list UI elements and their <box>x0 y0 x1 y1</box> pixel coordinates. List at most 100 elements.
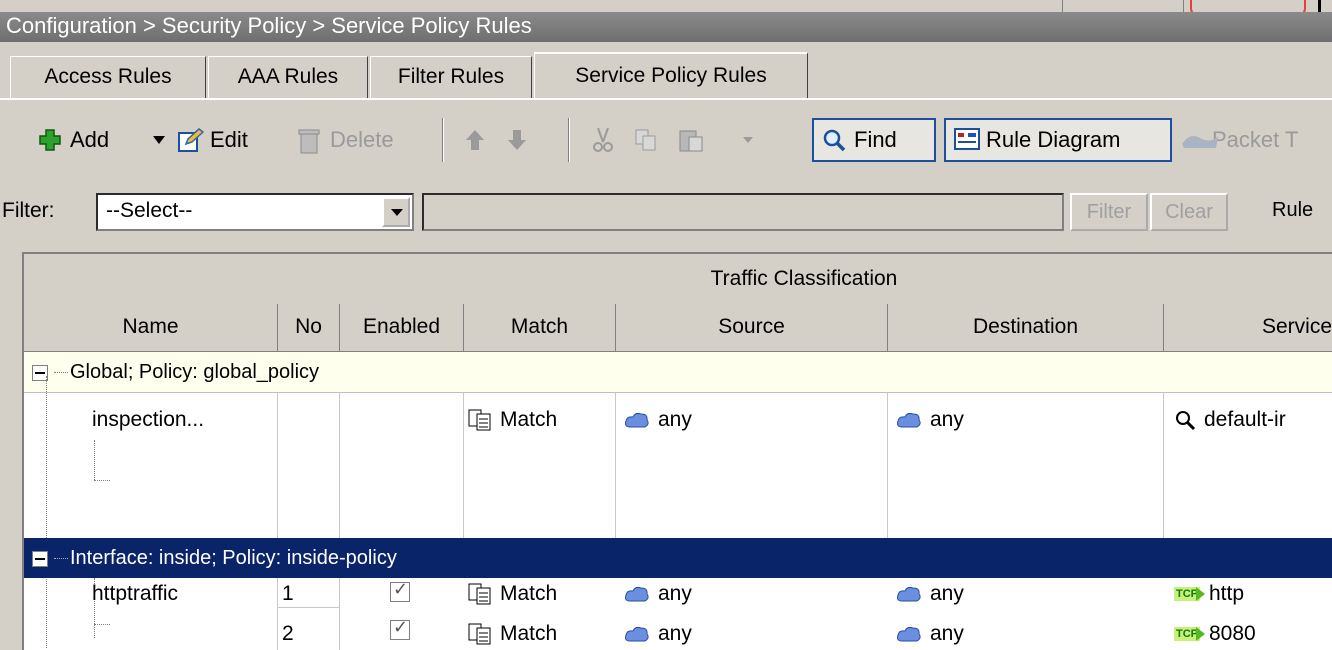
add-label: Add <box>70 127 110 152</box>
tree-line <box>46 376 47 648</box>
collapse-icon[interactable] <box>32 550 48 567</box>
cell-destination: any <box>896 582 964 606</box>
move-up-button[interactable] <box>464 118 486 162</box>
column-header-no[interactable]: No <box>278 304 340 352</box>
search-icon <box>1176 411 1196 431</box>
column-header-destination[interactable]: Destination <box>888 304 1164 352</box>
paste-icon <box>679 130 703 152</box>
find-button[interactable]: Find <box>812 118 936 162</box>
network-cloud-icon <box>897 626 921 642</box>
enabled-checkbox[interactable] <box>390 579 410 602</box>
copy-button[interactable] <box>634 118 658 162</box>
network-cloud-icon <box>897 412 921 428</box>
tree-line <box>94 480 110 481</box>
filter-select-value: --Select-- <box>106 199 193 222</box>
cell-match: Match <box>468 582 557 606</box>
arrow-down-icon <box>508 130 526 150</box>
scissors-icon <box>593 127 613 152</box>
cell-enabled[interactable] <box>390 579 410 602</box>
cell-destination: any <box>896 622 964 646</box>
grid-line <box>1163 392 1164 538</box>
tab-aaa-rules[interactable]: AAA Rules <box>208 56 368 98</box>
cell-source: any <box>624 622 692 646</box>
column-header-match[interactable]: Match <box>464 304 616 352</box>
column-header-source[interactable]: Source <box>616 304 888 352</box>
toolbar-separator <box>442 118 444 162</box>
copy-icon <box>635 129 656 151</box>
edit-label: Edit <box>210 127 248 152</box>
match-icon <box>468 623 491 645</box>
trash-icon <box>298 128 322 154</box>
tree-line <box>94 624 110 625</box>
tab-service-policy-rules[interactable]: Service Policy Rules <box>534 52 808 100</box>
rule-button[interactable]: Rule <box>1272 193 1332 231</box>
chevron-down-icon <box>743 137 753 143</box>
add-dropdown-button[interactable] <box>152 118 166 162</box>
group-label: Global; Policy: global_policy <box>70 361 320 383</box>
group-label: Interface: inside; Policy: inside-policy <box>70 547 397 569</box>
network-cloud-icon <box>625 626 649 642</box>
rule-diagram-label: Rule Diagram <box>986 127 1121 152</box>
edit-button[interactable]: Edit <box>178 118 248 162</box>
cell-service: default-ir <box>1174 408 1286 432</box>
paste-dropdown-button[interactable] <box>742 118 754 162</box>
network-cloud-icon <box>625 412 649 428</box>
arrow-up-icon <box>466 130 484 150</box>
network-cloud-icon <box>897 586 921 602</box>
grid-line <box>277 392 278 538</box>
cell-destination: any <box>896 408 964 432</box>
clear-button[interactable]: Clear <box>1150 193 1228 231</box>
diagram-icon <box>954 128 980 152</box>
grid-line <box>463 392 464 538</box>
cell-match: Match <box>468 622 557 646</box>
traffic-classification-label: Traffic Classification <box>710 267 898 290</box>
search-icon <box>822 128 846 152</box>
packet-tracer-icon <box>1180 128 1218 152</box>
delete-button[interactable]: Delete <box>298 118 394 162</box>
cell-match: Match <box>468 408 557 432</box>
cell-source: any <box>624 408 692 432</box>
tab-filter-rules[interactable]: Filter Rules <box>370 56 532 98</box>
cell-no: 1 <box>282 582 294 605</box>
enabled-checkbox[interactable] <box>390 617 410 640</box>
rules-table: Traffic Classification Name No Enabled M… <box>22 252 1332 650</box>
cell-service: TCP 8080 <box>1174 622 1256 645</box>
grid-line <box>278 607 340 608</box>
cut-button[interactable] <box>592 118 614 162</box>
filter-row: Filter: --Select-- Filter Clear Rule <box>0 185 1332 245</box>
delete-label: Delete <box>330 127 394 152</box>
packet-tracer-label: Packet T <box>1212 127 1299 152</box>
plus-icon <box>38 128 62 152</box>
chevron-down-icon <box>153 136 165 144</box>
tab-access-rules[interactable]: Access Rules <box>10 56 206 98</box>
filter-text-input[interactable] <box>422 193 1064 231</box>
cell-name: inspection... <box>92 408 205 431</box>
cell-source: any <box>624 582 692 606</box>
column-header-enabled[interactable]: Enabled <box>340 304 464 352</box>
tree-line <box>94 440 95 480</box>
match-icon <box>468 409 491 431</box>
edit-icon <box>178 128 205 152</box>
column-header-service[interactable]: Service <box>1164 304 1332 352</box>
cell-enabled[interactable] <box>390 617 410 640</box>
move-down-button[interactable] <box>506 118 528 162</box>
filter-select[interactable]: --Select-- <box>96 193 414 231</box>
traffic-classification-header: Traffic Classification <box>24 254 1332 305</box>
rule-diagram-button[interactable]: Rule Diagram <box>944 118 1172 162</box>
grid-line <box>339 392 340 538</box>
paste-button[interactable] <box>678 118 704 162</box>
cell-no: 2 <box>282 622 294 645</box>
grid-line <box>615 392 616 538</box>
grid-line <box>339 578 340 650</box>
add-button[interactable]: Add <box>38 118 109 162</box>
group-row-interface-inside[interactable]: Interface: inside; Policy: inside-policy <box>24 538 1332 578</box>
filter-button[interactable]: Filter <box>1070 193 1148 231</box>
dropdown-arrow-icon[interactable] <box>382 197 410 227</box>
toolbar: Add Edit Delete Find Rule Diagram Packet… <box>0 100 1332 188</box>
grid-line <box>277 578 278 650</box>
filter-label: Filter: <box>2 199 55 222</box>
packet-tracer-button[interactable]: Packet T <box>1180 118 1298 162</box>
cell-name: httptraffic <box>92 582 178 605</box>
group-row-global[interactable]: Global; Policy: global_policy <box>24 352 1332 393</box>
column-header-name[interactable]: Name <box>24 304 278 352</box>
